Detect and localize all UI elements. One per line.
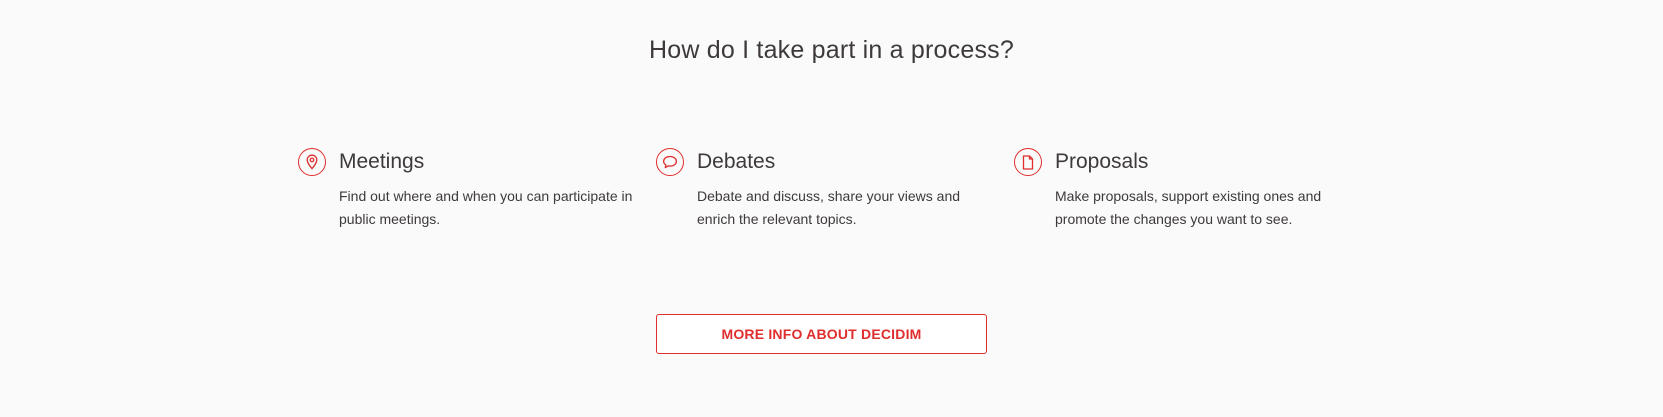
card-title[interactable]: Meetings xyxy=(339,150,424,174)
document-icon xyxy=(1014,148,1042,176)
card-title[interactable]: Debates xyxy=(697,150,775,174)
card-description: Make proposals, support existing ones an… xyxy=(1055,188,1322,227)
section-title: How do I take part in a process? xyxy=(649,36,1014,64)
card-description: Debate and discuss, share your views and… xyxy=(697,188,961,227)
card-title[interactable]: Proposals xyxy=(1055,150,1148,174)
map-pin-icon xyxy=(298,148,326,176)
more-info-button[interactable]: MORE INFO ABOUT DECIDIM xyxy=(656,314,987,354)
card-description: Find out where and when you can particip… xyxy=(339,188,633,227)
speech-bubble-icon xyxy=(656,148,684,176)
